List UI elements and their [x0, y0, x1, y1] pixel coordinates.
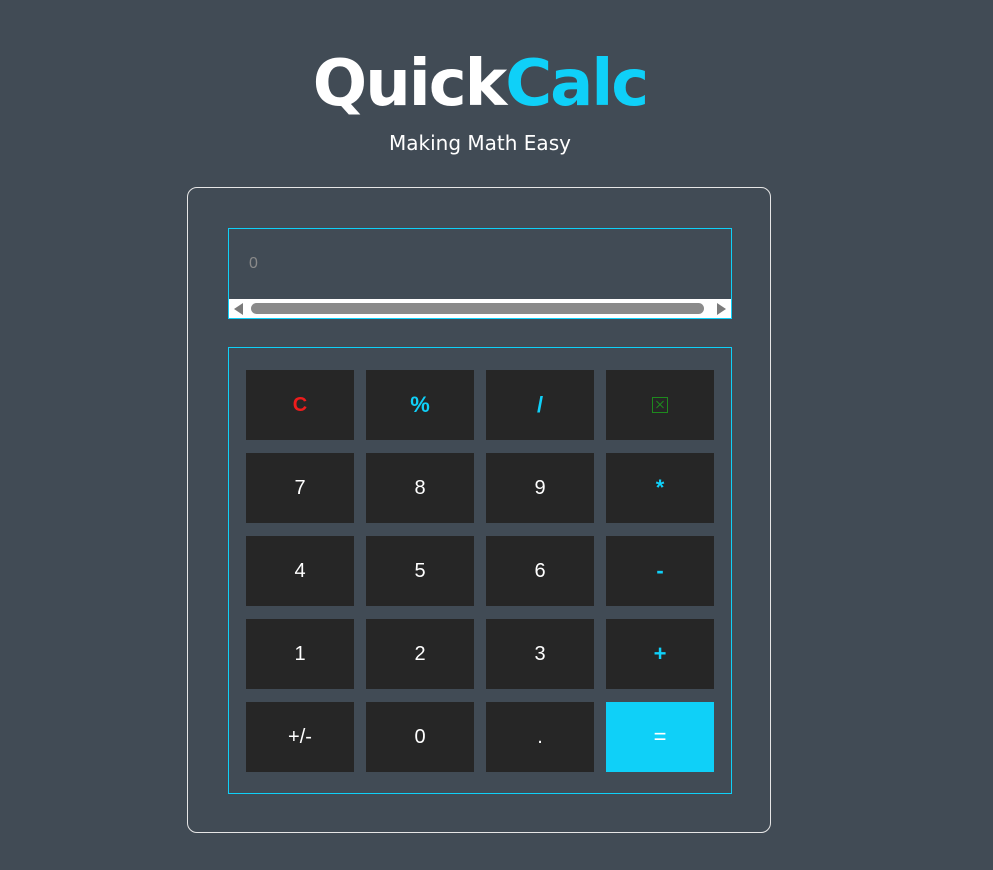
app-title-quick: Quick	[312, 47, 507, 121]
scroll-left-arrow-icon[interactable]	[234, 303, 243, 315]
six-button[interactable]: 6	[486, 536, 594, 606]
decimal-button[interactable]: .	[486, 702, 594, 772]
equals-button[interactable]: =	[606, 702, 714, 772]
nine-button[interactable]: 9	[486, 453, 594, 523]
display-value: 0	[249, 255, 258, 272]
percent-button[interactable]: %	[366, 370, 474, 440]
calculator-display[interactable]: 0	[228, 228, 732, 319]
divide-button[interactable]: /	[486, 370, 594, 440]
negate-button[interactable]: +/-	[246, 702, 354, 772]
seven-button[interactable]: 7	[246, 453, 354, 523]
minus-button[interactable]: -	[606, 536, 714, 606]
one-button[interactable]: 1	[246, 619, 354, 689]
three-button[interactable]: 3	[486, 619, 594, 689]
plus-button[interactable]: +	[606, 619, 714, 689]
delete-button[interactable]	[606, 370, 714, 440]
multiply-button[interactable]: *	[606, 453, 714, 523]
clear-button[interactable]: C	[246, 370, 354, 440]
four-button[interactable]: 4	[246, 536, 354, 606]
scroll-thumb[interactable]	[251, 303, 704, 314]
app-title: QuickCalc	[0, 42, 960, 126]
zero-button[interactable]: 0	[366, 702, 474, 772]
backspace-icon	[652, 397, 668, 413]
eight-button[interactable]: 8	[366, 453, 474, 523]
display-horizontal-scrollbar[interactable]	[229, 299, 731, 318]
app-title-calc: Calc	[505, 47, 649, 121]
app-subtitle: Making Math Easy	[389, 131, 571, 155]
scroll-right-arrow-icon[interactable]	[717, 303, 726, 315]
two-button[interactable]: 2	[366, 619, 474, 689]
five-button[interactable]: 5	[366, 536, 474, 606]
